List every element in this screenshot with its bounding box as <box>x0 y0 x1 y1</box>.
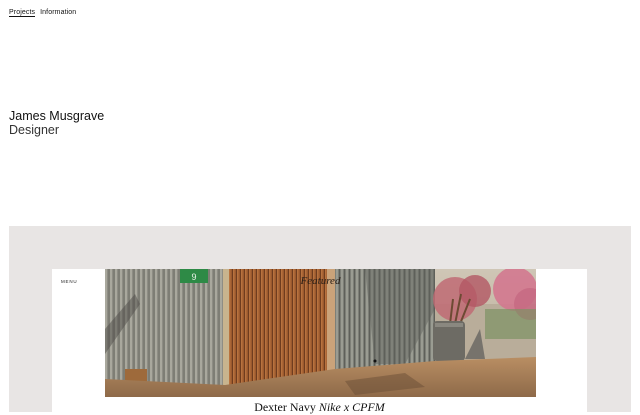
featured-hero-image[interactable]: 9 Featured <box>105 269 536 397</box>
website-mockup[interactable]: MENU 9 Featured Dexter Navy Nike x CPFM <box>52 269 587 415</box>
project-showcase[interactable]: MENU 9 Featured Dexter Navy Nike x CPFM <box>9 226 631 415</box>
top-nav: Projects Information <box>9 9 79 17</box>
nav-link-projects[interactable]: Projects <box>9 9 36 17</box>
nav-link-information[interactable]: Information <box>40 9 76 16</box>
site-owner-name: James Musgrave <box>9 109 105 123</box>
site-identity: James Musgrave Designer <box>9 109 105 137</box>
site-owner-role: Designer <box>9 122 60 137</box>
featured-label: Featured <box>300 275 341 287</box>
mockup-menu-label[interactable]: MENU <box>61 279 77 284</box>
project-title[interactable]: Dexter Navy Nike x CPFM <box>52 400 587 415</box>
hero-photo: 9 <box>105 269 536 397</box>
